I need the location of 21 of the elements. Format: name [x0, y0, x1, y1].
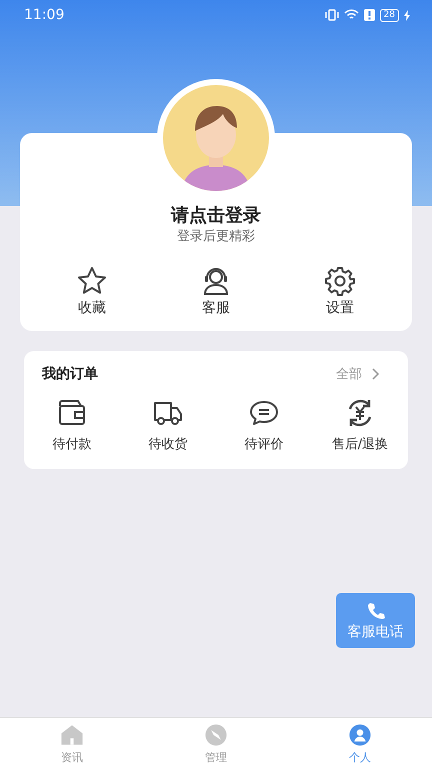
phone-icon: [366, 600, 386, 620]
charging-icon: [404, 10, 410, 20]
clock-time: 11:09: [24, 7, 64, 23]
shortcut-button[interactable]: 客服: [176, 265, 256, 317]
settings-icon: [324, 265, 356, 297]
wifi-icon: [344, 9, 359, 21]
person-icon: [347, 722, 373, 748]
compass-icon: [203, 722, 229, 748]
shortcut-button[interactable]: 收藏: [52, 265, 132, 317]
vibrate-icon: [324, 9, 339, 21]
order-status-button[interactable]: 待付款: [30, 397, 114, 453]
order-status-button[interactable]: 待收货: [126, 397, 210, 453]
order-status-button[interactable]: 售后/退换: [318, 397, 402, 453]
login-prompt[interactable]: 请点击登录: [171, 205, 261, 227]
chevron-right-icon: [372, 368, 380, 380]
login-subtitle: 登录后更精彩: [177, 228, 255, 245]
alert-icon: [364, 9, 375, 21]
order-status-button[interactable]: 待评价: [222, 397, 306, 453]
orders-title: 我的订单: [42, 365, 98, 383]
shortcut-button[interactable]: 设置: [300, 265, 380, 317]
battery-level: 28: [380, 8, 399, 22]
